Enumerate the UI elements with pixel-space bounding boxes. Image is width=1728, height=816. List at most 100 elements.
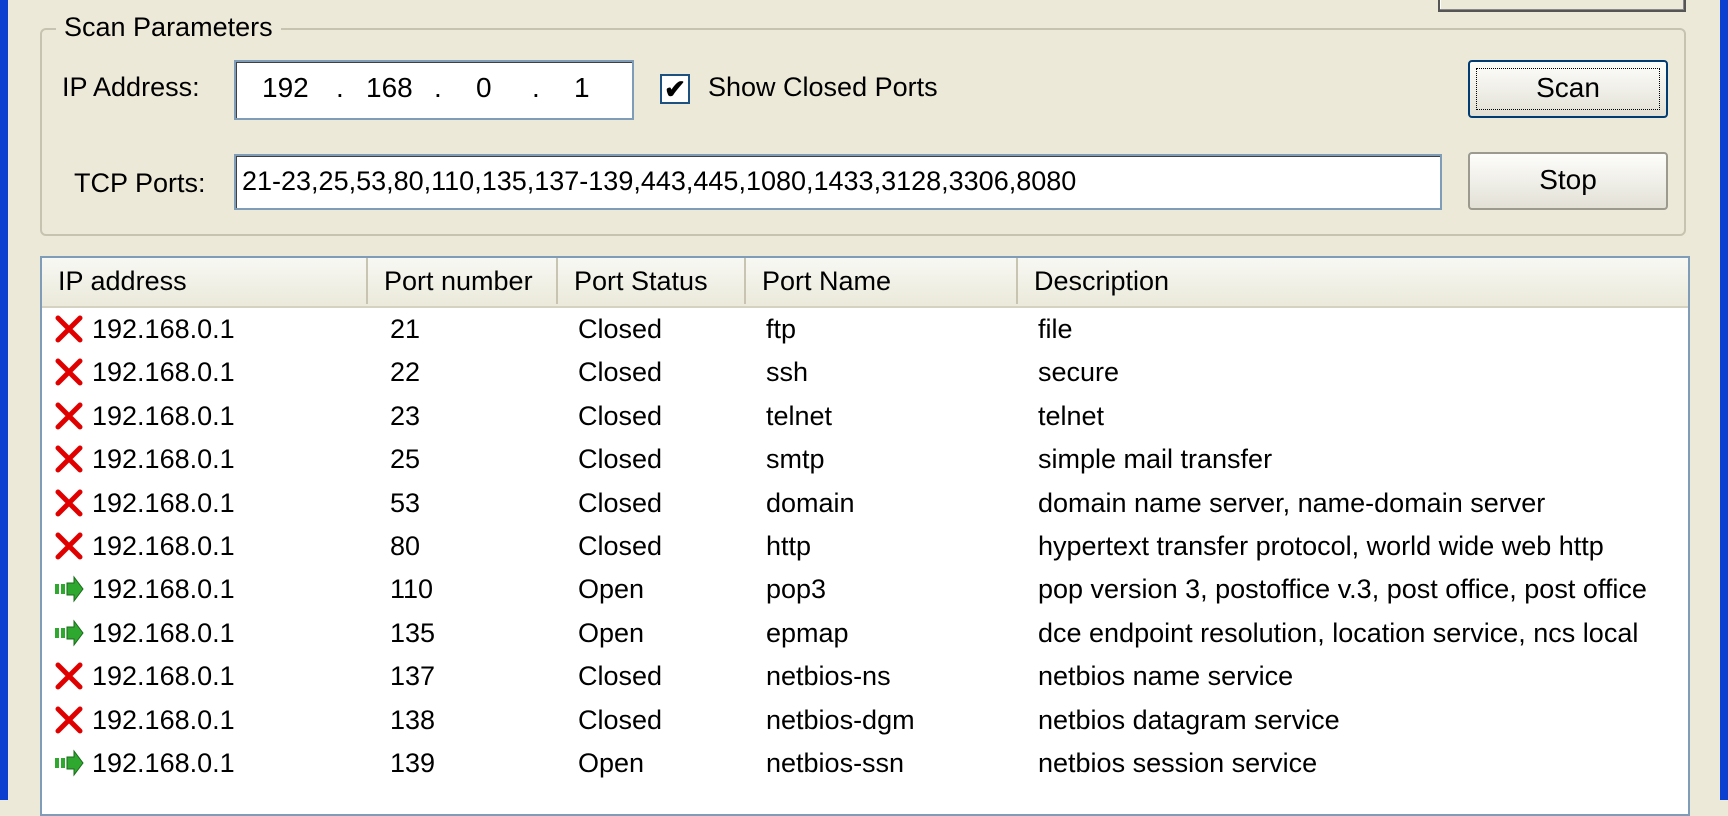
cell-port-status: Open: [578, 617, 645, 648]
ip-octet-2[interactable]: 168: [366, 72, 413, 104]
cell-port-status: Closed: [578, 444, 663, 475]
ip-octet-3[interactable]: 0: [476, 72, 492, 104]
cell-port-number: 21: [390, 314, 421, 344]
table-row[interactable]: 192.168.0.1 23 Closed telnet telnet: [42, 395, 1688, 438]
cell-ip-address: 192.168.0.1: [92, 487, 235, 518]
closed-x-icon: [54, 531, 84, 561]
closed-x-icon: [54, 661, 84, 691]
cell-port-status: Open: [578, 748, 645, 778]
cell-ip-address: 192.168.0.1: [92, 531, 235, 561]
cell-port-status: Closed: [578, 704, 663, 735]
closed-x-icon: [54, 705, 84, 735]
cell-port-number: 137: [390, 661, 436, 692]
tcp-ports-label: TCP Ports:: [74, 168, 206, 198]
tcp-ports-input[interactable]: 21-23,25,53,80,110,135,137-139,443,445,1…: [234, 154, 1442, 210]
cell-port-status: Closed: [578, 661, 663, 692]
cell-port-status: Closed: [578, 531, 663, 561]
scan-parameters-title: Scan Parameters: [56, 12, 281, 43]
table-row[interactable]: 192.168.0.1 139 Open netbios-ssn netbios ses…: [42, 742, 1688, 785]
column-header-port-status[interactable]: Port Status: [558, 258, 746, 304]
cell-port-status: Closed: [578, 314, 663, 344]
scan-button[interactable]: Scan: [1468, 60, 1668, 118]
table-row[interactable]: 192.168.0.1 135 Open epmap dce endpoint reso…: [42, 612, 1688, 655]
cell-port-status: Closed: [578, 487, 663, 518]
cell-ip-address: 192.168.0.1: [92, 444, 235, 475]
table-row[interactable]: 192.168.0.1 22 Closed ssh secure: [42, 351, 1688, 394]
open-arrow-icon: [54, 574, 84, 604]
cell-port-status: Closed: [578, 400, 663, 431]
cell-port-name: netbios-ns: [766, 661, 891, 692]
table-row[interactable]: 192.168.0.1 80 Closed http hypertext transfe…: [42, 525, 1688, 568]
cell-ip-address: 192.168.0.1: [92, 357, 235, 388]
cell-port-name: smtp: [766, 444, 825, 475]
cell-ip-address: 192.168.0.1: [92, 400, 235, 431]
cell-port-number: 80: [390, 531, 421, 561]
cell-description: file: [1038, 314, 1073, 344]
results-header: IP address Port number Port Status Port …: [42, 258, 1688, 308]
cell-description: dce endpoint resolution, location servic…: [1038, 617, 1639, 648]
cell-description: telnet: [1038, 400, 1105, 431]
cell-port-number: 138: [390, 704, 436, 735]
table-row[interactable]: 192.168.0.1 110 Open pop3 pop version 3, pos…: [42, 568, 1688, 611]
cell-ip-address: 192.168.0.1: [92, 617, 235, 648]
cell-port-number: 110: [390, 574, 434, 605]
cell-ip-address: 192.168.0.1: [92, 314, 235, 344]
cell-description: netbios session service: [1038, 748, 1318, 778]
column-header-port-number[interactable]: Port number: [368, 258, 558, 304]
top-button-partial[interactable]: [1438, 0, 1686, 12]
cell-description: pop version 3, postoffice v.3, post offi…: [1038, 574, 1647, 605]
table-row[interactable]: 192.168.0.1 138 Closed netbios-dgm netbios d…: [42, 699, 1688, 742]
cell-port-number: 53: [390, 487, 421, 518]
cell-port-name: ssh: [766, 357, 809, 388]
cell-port-name: pop3: [766, 574, 827, 605]
ip-octet-1[interactable]: 192: [262, 72, 309, 104]
closed-x-icon: [54, 488, 84, 518]
ip-dot-separator: .: [434, 72, 442, 103]
column-header-ip-address[interactable]: IP address: [42, 258, 368, 304]
stop-button[interactable]: Stop: [1468, 152, 1668, 210]
open-arrow-icon: [54, 618, 84, 648]
cell-port-status: Open: [578, 574, 645, 605]
cell-port-number: 23: [390, 400, 421, 431]
cell-port-number: 22: [390, 357, 421, 388]
cell-description: secure: [1038, 357, 1120, 388]
open-arrow-icon: [54, 748, 84, 778]
closed-x-icon: [54, 401, 84, 431]
cell-description: netbios datagram service: [1038, 704, 1340, 735]
results-list[interactable]: IP address Port number Port Status Port …: [40, 256, 1690, 816]
cell-port-number: 139: [390, 748, 436, 778]
cell-ip-address: 192.168.0.1: [92, 661, 235, 692]
cell-port-name: ftp: [766, 314, 797, 344]
cell-description: hypertext transfer protocol, world wide …: [1038, 531, 1604, 561]
cell-port-name: epmap: [766, 617, 849, 648]
cell-port-name: http: [766, 531, 812, 561]
table-row[interactable]: 192.168.0.1 53 Closed domain domain name ser…: [42, 482, 1688, 525]
cell-ip-address: 192.168.0.1: [92, 748, 235, 778]
ip-octet-4[interactable]: 1: [574, 72, 590, 104]
ip-address-label: IP Address:: [62, 72, 200, 102]
closed-x-icon: [54, 444, 84, 474]
show-closed-ports-label[interactable]: Show Closed Ports: [708, 72, 938, 103]
cell-ip-address: 192.168.0.1: [92, 704, 235, 735]
table-row[interactable]: 192.168.0.1 137 Closed netbios-ns netbios na…: [42, 655, 1688, 698]
cell-port-name: domain: [766, 487, 855, 518]
column-header-port-name[interactable]: Port Name: [746, 258, 1018, 304]
cell-port-number: 25: [390, 444, 421, 475]
cell-port-name: netbios-ssn: [766, 748, 905, 778]
window-frame-right: [1720, 0, 1728, 800]
show-closed-ports-checkbox[interactable]: ✔: [660, 74, 690, 104]
ip-dot-separator: .: [532, 72, 540, 103]
column-header-description[interactable]: Description: [1018, 258, 1688, 304]
window-frame-left: [0, 0, 8, 800]
cell-port-status: Closed: [578, 357, 663, 388]
table-row[interactable]: 192.168.0.1 25 Closed smtp simple mail trans…: [42, 438, 1688, 481]
ip-address-input[interactable]: 192 . 168 . 0 . 1: [234, 60, 634, 120]
closed-x-icon: [54, 357, 84, 387]
cell-port-name: telnet: [766, 400, 833, 431]
ip-dot-separator: .: [336, 72, 344, 103]
cell-description: domain name server, name-domain server: [1038, 487, 1546, 518]
cell-description: netbios name service: [1038, 661, 1294, 692]
cell-port-number: 135: [390, 617, 436, 648]
table-row[interactable]: 192.168.0.1 21 Closed ftp file: [42, 308, 1688, 351]
cell-port-name: netbios-dgm: [766, 704, 915, 735]
